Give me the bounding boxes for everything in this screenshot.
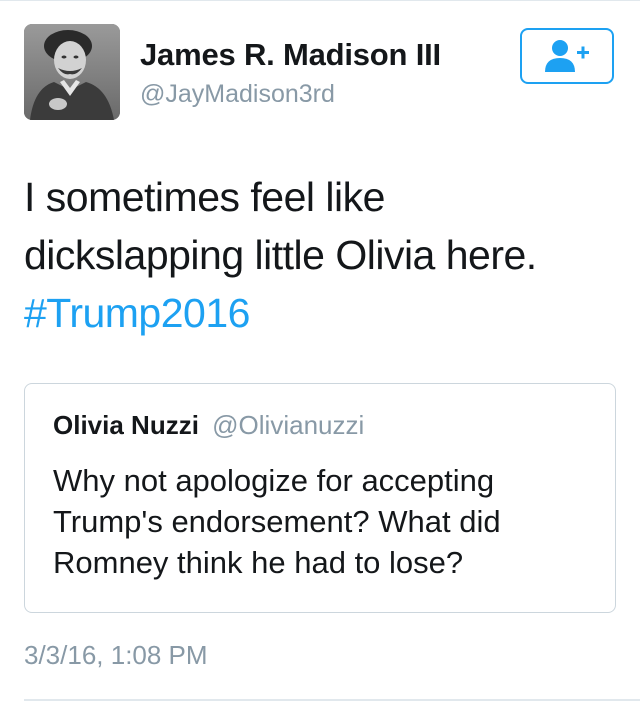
tweet-text: I sometimes feel like dickslapping littl… — [24, 168, 624, 342]
quoted-author-handle: @Olivianuzzi — [212, 410, 365, 440]
author-display-name[interactable]: James R. Madison III — [140, 37, 441, 73]
quoted-tweet-header: Olivia Nuzzi @Olivianuzzi — [53, 410, 364, 441]
bottom-divider — [24, 699, 640, 701]
tweet-text-line: dickslapping little Olivia here. — [24, 232, 537, 278]
hashtag-link[interactable]: #Trump2016 — [24, 284, 624, 342]
follow-button[interactable] — [520, 28, 614, 84]
quoted-tweet-text: Why not apologize for accepting Trump's … — [53, 460, 593, 583]
avatar-portrait-icon — [24, 24, 120, 120]
top-divider — [0, 0, 640, 1]
add-user-icon — [545, 40, 589, 72]
quoted-text-line: Romney think he had to lose? — [53, 545, 464, 580]
quoted-tweet-card[interactable]: Olivia Nuzzi @Olivianuzzi Why not apolog… — [24, 383, 616, 613]
quoted-text-line: Trump's endorsement? What did — [53, 504, 501, 539]
tweet-text-line: I sometimes feel like — [24, 174, 385, 220]
quoted-author-name: Olivia Nuzzi — [53, 410, 199, 440]
quoted-text-line: Why not apologize for accepting — [53, 463, 495, 498]
author-handle[interactable]: @JayMadison3rd — [140, 80, 335, 109]
tweet-timestamp[interactable]: 3/3/16, 1:08 PM — [24, 640, 208, 671]
author-avatar[interactable] — [24, 24, 120, 120]
